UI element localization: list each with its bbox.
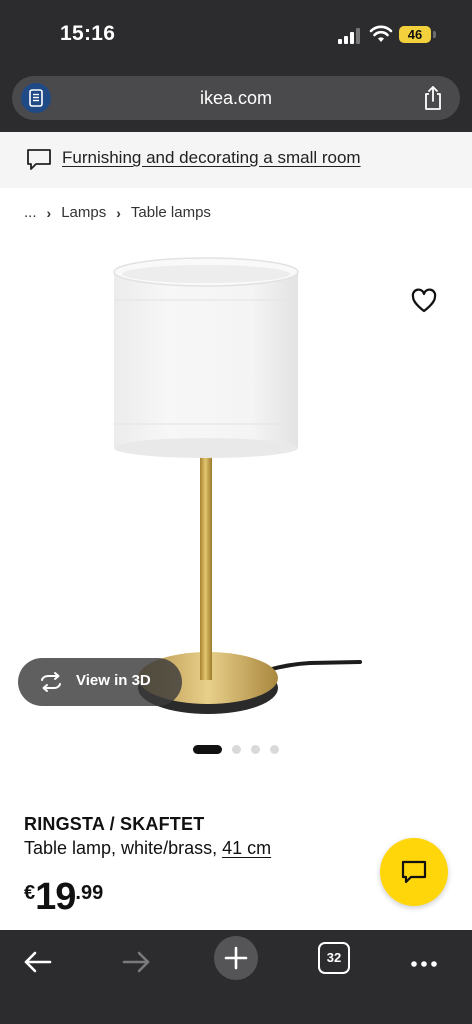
tab-count: 32 [318, 942, 350, 974]
signal-icon [338, 28, 360, 44]
price-currency: € [24, 882, 36, 904]
price-integer: 19 [35, 876, 76, 918]
banner-link[interactable]: Furnishing and decorating a small room [62, 148, 361, 168]
chevron-right-icon: › [46, 204, 52, 221]
carousel-dot[interactable] [270, 744, 279, 754]
carousel-dot[interactable] [232, 744, 241, 754]
carousel-dot[interactable] [251, 744, 260, 754]
view-in-3d-label: View in 3D [76, 672, 151, 689]
share-icon[interactable] [422, 85, 444, 111]
more-icon[interactable] [404, 942, 444, 982]
view-in-3d-button[interactable]: View in 3D [18, 658, 182, 706]
inspiration-banner[interactable]: Furnishing and decorating a small room [0, 132, 472, 188]
breadcrumb-ellipsis[interactable]: ... [24, 204, 37, 221]
product-size-link[interactable]: 41 cm [222, 838, 271, 858]
plus-icon [224, 946, 248, 970]
tabs-button[interactable]: 32 [318, 942, 350, 974]
heart-icon[interactable] [410, 288, 438, 314]
price-decimal: .99 [75, 882, 104, 904]
rotate-3d-icon [41, 672, 61, 692]
chat-outline-icon [27, 149, 51, 170]
carousel-indicator [193, 744, 289, 754]
battery-tip [433, 31, 436, 38]
chat-button[interactable] [380, 838, 448, 906]
carousel-dot-active[interactable] [193, 744, 222, 754]
breadcrumb: ... › Lamps › Table lamps [24, 204, 211, 221]
browser-url-area: ikea.com [0, 72, 472, 132]
product-image[interactable] [0, 240, 472, 730]
wifi-icon [369, 25, 393, 42]
product-description-text: Table lamp, white/brass, [24, 838, 218, 858]
url-bar[interactable]: ikea.com [12, 76, 460, 120]
breadcrumb-item-lamps[interactable]: Lamps [61, 204, 106, 221]
chat-icon [401, 860, 427, 884]
forward-arrow-icon[interactable] [116, 942, 156, 982]
status-bar: 15:16 46 [0, 0, 472, 72]
new-tab-button[interactable] [214, 936, 258, 980]
back-arrow-icon[interactable] [18, 942, 58, 982]
product-price: €19.99 [24, 876, 103, 919]
breadcrumb-item-table-lamps[interactable]: Table lamps [131, 204, 211, 221]
product-name: RINGSTA / SKAFTET [24, 814, 205, 834]
product-description: Table lamp, white/brass, 41 cm [24, 838, 271, 859]
chevron-right-icon: › [116, 204, 121, 221]
battery-indicator: 46 [399, 26, 431, 43]
browser-toolbar: 32 [0, 930, 472, 1024]
url-text[interactable]: ikea.com [12, 76, 460, 120]
status-time: 15:16 [60, 22, 116, 45]
